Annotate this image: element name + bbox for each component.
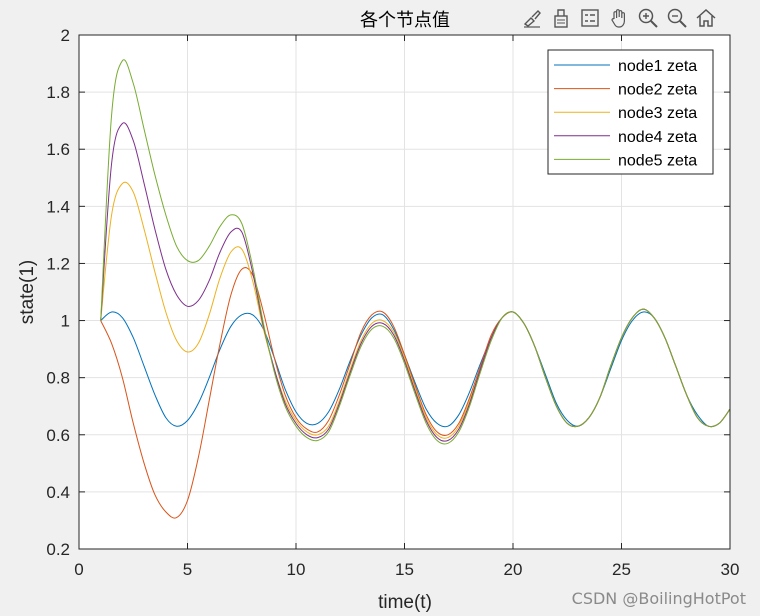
y-tick-label: 0.6	[46, 426, 70, 445]
zoom-in-icon[interactable]	[634, 5, 661, 32]
y-tick-label: 1.4	[46, 197, 70, 216]
y-tick-label: 0.8	[46, 369, 70, 388]
y-tick-label: 0.4	[46, 483, 70, 502]
watermark-text: CSDN @BoilingHotPot	[571, 589, 746, 608]
legend[interactable]: node1 zeta node2 zeta node3 zeta node4 zeta…	[547, 49, 714, 175]
x-tick-label: 30	[721, 560, 740, 579]
x-axis-label: time(t)	[378, 592, 432, 613]
pan-hand-icon[interactable]	[605, 5, 632, 32]
x-tick-label: 25	[612, 560, 631, 579]
y-tick-label: 1.2	[46, 254, 70, 273]
figure-canvas: 0 5 10 15 20 25 30 0.2 0.4 0.6 0.8 1 1.2 1.4 1.6 1.8 2 各…	[17, 10, 740, 613]
y-tick-label: 1	[61, 312, 70, 331]
axes-toolbar	[518, 4, 719, 32]
x-tick-label: 5	[183, 560, 192, 579]
chart-title: 各个节点值	[360, 10, 450, 31]
legend-label-3: node3 zeta	[618, 105, 697, 122]
y-axis-label: state(1)	[17, 260, 38, 324]
legend-label-5: node5 zeta	[618, 152, 697, 169]
legend-label-2: node2 zeta	[618, 82, 697, 99]
home-icon[interactable]	[692, 5, 719, 32]
legend-label-4: node4 zeta	[618, 129, 697, 146]
legend-label-1: node1 zeta	[618, 58, 697, 75]
x-tick-label: 15	[395, 560, 414, 579]
data-tip-icon[interactable]	[547, 5, 574, 32]
y-tick-label: 1.8	[46, 83, 70, 102]
zoom-out-icon[interactable]	[663, 5, 690, 32]
x-tick-label: 10	[287, 560, 306, 579]
x-tick-label: 0	[74, 560, 83, 579]
y-tick-label: 1.6	[46, 140, 70, 159]
y-tick-label: 0.2	[46, 540, 70, 559]
brush-icon[interactable]	[518, 5, 545, 32]
legend-toggle-icon[interactable]	[576, 5, 603, 32]
x-tick-label: 20	[504, 560, 523, 579]
y-tick-label: 2	[61, 26, 70, 45]
